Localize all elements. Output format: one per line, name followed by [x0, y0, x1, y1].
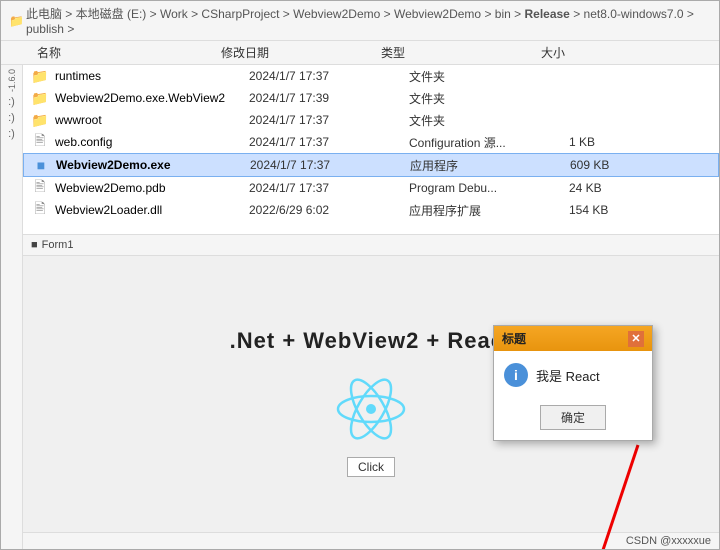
main-content: -1.6.0 :) :) :) 📁 runtimes 2024/1/7 17:3…: [1, 65, 719, 549]
file-size: 609 KB: [570, 158, 670, 172]
table-row[interactable]: 📁 wwwroot 2024/1/7 17:37 文件夹: [23, 109, 719, 131]
file-date: 2024/1/7 17:37: [249, 181, 409, 195]
dialog-container: 标题 ✕ i 我是 React 确定: [493, 325, 653, 441]
address-bar: 📁 此电脑 > 本地磁盘 (E:) > Work > CSharpProject…: [1, 1, 719, 41]
table-row[interactable]: 🖹 web.config 2024/1/7 17:37 Configuratio…: [23, 131, 719, 153]
table-row[interactable]: ■ Webview2Demo.exe 2024/1/7 17:37 应用程序 6…: [23, 153, 719, 177]
file-name: wwwroot: [55, 113, 249, 127]
col-header-size[interactable]: 大小: [541, 44, 641, 61]
address-icon: 📁: [9, 14, 24, 28]
dialog-close-button[interactable]: ✕: [628, 331, 644, 347]
file-size: 1 KB: [569, 135, 669, 149]
file-date: 2024/1/7 17:37: [249, 113, 409, 127]
status-bar: CSDN @xxxxxue: [23, 532, 719, 549]
form-icon: ■: [31, 239, 38, 251]
dialog-info-icon: i: [504, 363, 528, 387]
click-button[interactable]: Click: [347, 457, 395, 477]
file-type: 应用程序: [410, 157, 570, 174]
table-row[interactable]: 🖹 Webview2Loader.dll 2022/6/29 6:02 应用程序…: [23, 199, 719, 221]
dialog-ok-button[interactable]: 确定: [540, 405, 606, 430]
dialog-message: 我是 React: [536, 366, 600, 385]
file-name: Webview2Demo.exe: [56, 158, 250, 172]
dialog-body: i 我是 React: [494, 351, 652, 399]
dll-icon: 🖹: [31, 201, 49, 219]
form-title: Form1: [42, 239, 74, 251]
folder-icon: 📁: [31, 67, 49, 85]
file-date: 2024/1/7 17:37: [249, 69, 409, 83]
dialog-title: 标题: [502, 330, 526, 347]
exe-icon: ■: [32, 156, 50, 174]
folder-icon: 📁: [31, 111, 49, 129]
file-type: 应用程序扩展: [409, 202, 569, 219]
folder-icon: 📁: [31, 89, 49, 107]
explorer-window: 📁 此电脑 > 本地磁盘 (E:) > Work > CSharpProject…: [0, 0, 720, 550]
react-logo: [336, 374, 406, 447]
sidebar-item-3: :): [8, 112, 15, 124]
col-header-name[interactable]: 名称: [1, 44, 221, 61]
table-row[interactable]: 📁 runtimes 2024/1/7 17:37 文件夹: [23, 65, 719, 87]
left-sidebar: -1.6.0 :) :) :): [1, 65, 23, 549]
dialog-footer: 确定: [494, 399, 652, 440]
file-date: 2024/1/7 17:37: [250, 158, 410, 172]
address-path: 此电脑 > 本地磁盘 (E:) > Work > CSharpProject >…: [26, 5, 711, 36]
column-headers: 名称 修改日期 类型 大小: [1, 41, 719, 65]
file-size: 24 KB: [569, 181, 669, 195]
file-date: 2024/1/7 17:37: [249, 135, 409, 149]
file-name: Webview2Loader.dll: [55, 203, 249, 217]
file-type: 文件夹: [409, 68, 569, 85]
app-preview: ■ Form1 .Net + WebView2 + React: [23, 235, 719, 549]
sidebar-item-1: -1.6.0: [7, 69, 17, 92]
dialog-box: 标题 ✕ i 我是 React 确定: [493, 325, 653, 441]
file-name: web.config: [55, 135, 249, 149]
credit-text: CSDN @xxxxxue: [626, 535, 711, 547]
dialog-titlebar: 标题 ✕: [494, 326, 652, 351]
file-date: 2024/1/7 17:39: [249, 91, 409, 105]
config-icon: 🖹: [31, 133, 49, 151]
col-header-type[interactable]: 类型: [381, 44, 541, 61]
file-type: Configuration 源...: [409, 134, 569, 151]
form-titlebar: ■ Form1: [23, 235, 719, 256]
file-type: Program Debu...: [409, 181, 569, 195]
table-row[interactable]: 🖹 Webview2Demo.pdb 2024/1/7 17:37 Progra…: [23, 177, 719, 199]
app-main-title: .Net + WebView2 + React: [230, 328, 513, 354]
pdb-icon: 🖹: [31, 179, 49, 197]
file-type: 文件夹: [409, 90, 569, 107]
file-date: 2022/6/29 6:02: [249, 203, 409, 217]
table-row[interactable]: 📁 Webview2Demo.exe.WebView2 2024/1/7 17:…: [23, 87, 719, 109]
col-header-date[interactable]: 修改日期: [221, 44, 381, 61]
file-list: 📁 runtimes 2024/1/7 17:37 文件夹 📁 Webview2…: [23, 65, 719, 235]
file-size: 154 KB: [569, 203, 669, 217]
file-type: 文件夹: [409, 112, 569, 129]
file-name: runtimes: [55, 69, 249, 83]
file-name: Webview2Demo.exe.WebView2: [55, 91, 249, 105]
sidebar-item-4: :): [8, 128, 15, 140]
file-name: Webview2Demo.pdb: [55, 181, 249, 195]
sidebar-item-2: :): [8, 96, 15, 108]
